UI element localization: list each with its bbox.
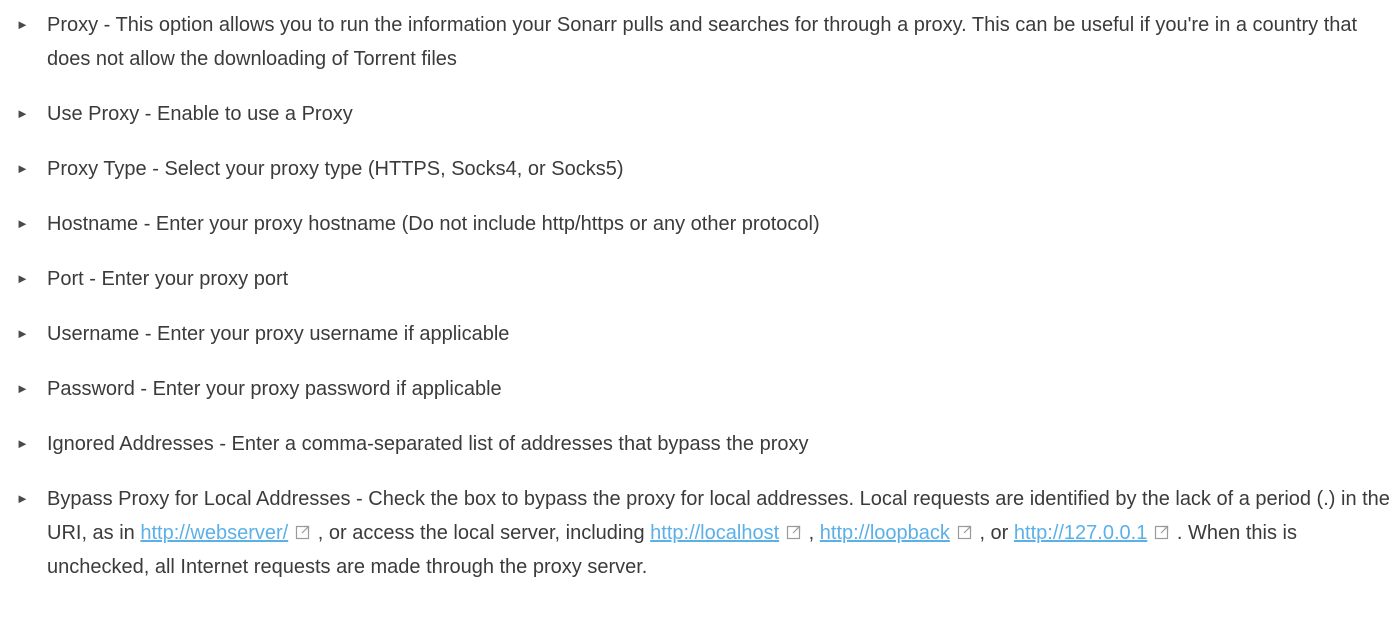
external-link-icon <box>294 523 312 541</box>
external-link-icon <box>785 523 803 541</box>
bypass-separator: , or <box>973 522 1014 544</box>
bullet-icon: ► <box>16 161 29 176</box>
list-item-proxy-type: ► Proxy Type - Select your proxy type (H… <box>0 152 1398 186</box>
list-item-use-proxy: ► Use Proxy - Enable to use a Proxy <box>0 97 1398 131</box>
list-item-text: Proxy Type - Select your proxy type (HTT… <box>47 158 624 180</box>
bullet-icon: ► <box>16 491 29 506</box>
link-127-0-0-1[interactable]: http://127.0.0.1 <box>1014 522 1147 544</box>
list-item-text: Password - Enter your proxy password if … <box>47 378 502 400</box>
external-link-icon <box>956 523 974 541</box>
list-item-text: Proxy - This option allows you to run th… <box>47 14 1358 70</box>
list-item-text: Port - Enter your proxy port <box>47 268 289 290</box>
bypass-separator: , <box>803 522 820 544</box>
bullet-icon: ► <box>16 17 29 32</box>
bullet-icon: ► <box>16 436 29 451</box>
bullet-icon: ► <box>16 216 29 231</box>
bypass-text-mid: , or access the local server, including <box>312 522 651 544</box>
settings-description-list: ► Proxy - This option allows you to run … <box>0 0 1398 584</box>
list-item-port: ► Port - Enter your proxy port <box>0 262 1398 296</box>
list-item-text: Hostname - Enter your proxy hostname (Do… <box>47 213 820 235</box>
list-item-bypass-local: ► Bypass Proxy for Local Addresses - Che… <box>0 482 1398 584</box>
list-item-text: Ignored Addresses - Enter a comma-separa… <box>47 433 809 455</box>
list-item-text: Use Proxy - Enable to use a Proxy <box>47 103 353 125</box>
bullet-icon: ► <box>16 271 29 286</box>
list-item-ignored-addresses: ► Ignored Addresses - Enter a comma-sepa… <box>0 427 1398 461</box>
external-link-icon <box>1153 523 1171 541</box>
link-webserver[interactable]: http://webserver/ <box>140 522 288 544</box>
bullet-icon: ► <box>16 326 29 341</box>
list-item-proxy: ► Proxy - This option allows you to run … <box>0 8 1398 76</box>
bullet-icon: ► <box>16 381 29 396</box>
list-item-password: ► Password - Enter your proxy password i… <box>0 372 1398 406</box>
list-item-hostname: ► Hostname - Enter your proxy hostname (… <box>0 207 1398 241</box>
bullet-icon: ► <box>16 106 29 121</box>
list-item-text: Username - Enter your proxy username if … <box>47 323 510 345</box>
link-loopback[interactable]: http://loopback <box>820 522 950 544</box>
link-localhost[interactable]: http://localhost <box>650 522 779 544</box>
list-item-username: ► Username - Enter your proxy username i… <box>0 317 1398 351</box>
